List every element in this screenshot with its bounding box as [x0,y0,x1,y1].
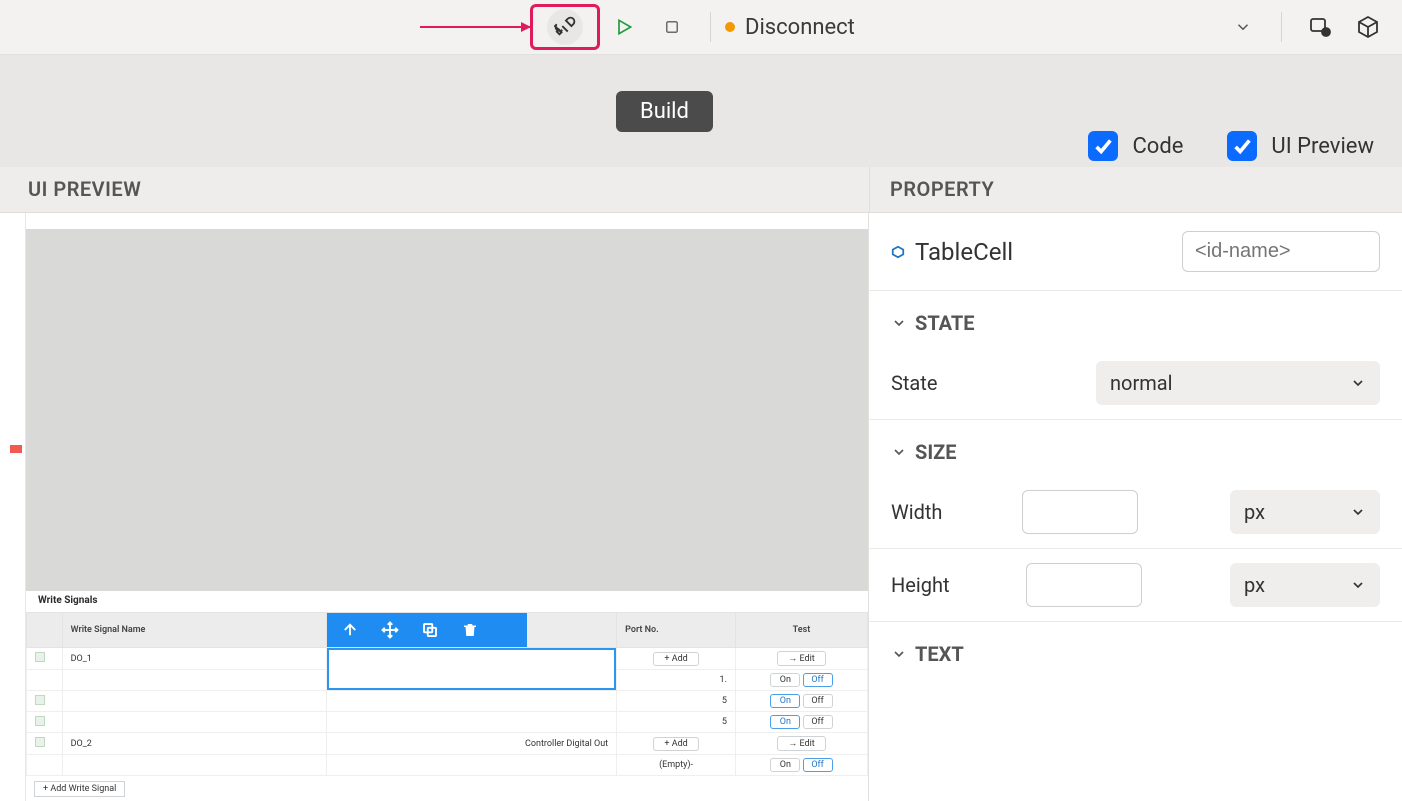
selection-toolbar [327,613,527,647]
col-name: Write Signal Name [62,613,326,648]
preview-panel: Write Signals Write Signal Name Port No. [26,213,869,801]
edit-button[interactable]: → Edit [777,651,825,666]
state-select[interactable]: normal [1096,361,1380,405]
subtoolbar: Build Code UI Preview [0,55,1402,167]
play-icon [614,17,634,37]
table-row: 5 On Off [27,712,868,733]
code-toggle-label: Code [1132,134,1183,159]
stop-button[interactable] [654,9,690,45]
row-type: Controller Digital Out [326,733,616,755]
chevron-down-icon [891,315,907,331]
selected-cell[interactable] [327,648,616,690]
port-value: 1. [617,670,736,691]
build-tooltip: Build [616,91,713,132]
row-name[interactable]: DO_2 [62,733,326,755]
table-row: DO_1 + Add → Edit [27,648,868,670]
state-section-header[interactable]: STATE [869,291,1402,347]
dropdown-button[interactable] [1225,9,1261,45]
divider [1281,12,1282,42]
build-button[interactable] [547,9,583,45]
status-dot [725,22,735,32]
property-panel-title: PROPERTY [869,167,1402,212]
code-toggle[interactable]: Code [1088,131,1183,161]
chevron-down-icon [1350,577,1366,593]
component-icon [891,245,905,259]
port-value: (Empty)- [617,755,736,776]
on-button[interactable]: On [770,758,800,772]
chevron-down-icon [1350,504,1366,520]
preview-section-title: Write Signals [26,595,868,612]
width-unit-select[interactable]: px [1230,490,1380,534]
row-icon [35,716,45,726]
row-icon [35,652,45,662]
on-button[interactable]: On [770,694,800,708]
stop-icon [663,18,681,36]
divider [710,12,711,42]
chevron-down-icon [891,444,907,460]
connection-status[interactable]: Disconnect [745,15,855,40]
move-icon[interactable] [381,621,399,639]
row-name[interactable]: DO_1 [62,648,326,670]
off-button[interactable]: Off [803,673,833,687]
state-label: State [891,371,937,395]
trash-icon[interactable] [461,621,479,639]
write-signals-table: Write Signal Name Port No. Test D [26,612,868,776]
add-button[interactable]: + Add [653,652,698,666]
checkbox-checked-icon [1227,131,1257,161]
chevron-down-icon [891,646,907,662]
component-type: TableCell [915,238,1013,266]
height-unit-select[interactable]: px [1230,563,1380,607]
chevron-down-icon [1350,375,1366,391]
toolbar: Disconnect [0,0,1402,55]
col-port: Port No. [617,613,736,648]
table-row: (Empty)- On Off [27,755,868,776]
preview-panel-title: UI PREVIEW [0,167,869,212]
off-button[interactable]: Off [803,694,833,708]
on-button[interactable]: On [770,715,800,729]
property-panel: TableCell STATE State normal SIZE Width … [869,213,1402,801]
annotation-arrow [10,26,530,28]
panel-headers: UI PREVIEW PROPERTY [0,167,1402,213]
run-button[interactable] [606,9,642,45]
col-test: Test [735,613,867,648]
edit-button[interactable]: → Edit [777,736,825,751]
port-value: 5 [617,691,736,712]
on-button[interactable]: On [770,673,800,687]
build-button-highlight [530,4,600,50]
cube-button[interactable] [1350,9,1386,45]
tools-icon [554,16,576,38]
preview-canvas[interactable] [26,229,868,591]
table-row: DO_2 Controller Digital Out + Add → Edit [27,733,868,755]
height-input[interactable] [1026,563,1142,607]
add-button[interactable]: + Add [653,737,698,751]
add-write-signal-button[interactable]: + Add Write Signal [34,781,125,797]
error-marker[interactable] [10,445,22,453]
arrow-up-icon[interactable] [341,621,359,639]
off-button[interactable]: Off [803,715,833,729]
off-button[interactable]: Off [803,758,833,772]
size-section-header[interactable]: SIZE [869,420,1402,476]
device-play-icon [1308,15,1332,39]
row-icon [35,737,45,747]
text-section-header[interactable]: TEXT [869,622,1402,678]
ui-preview-toggle[interactable]: UI Preview [1227,131,1374,161]
width-input[interactable] [1022,490,1138,534]
copy-icon[interactable] [421,621,439,639]
table-row: 5 On Off [27,691,868,712]
height-label: Height [891,573,950,597]
checkbox-checked-icon [1088,131,1118,161]
width-label: Width [891,500,942,524]
main-area: Write Signals Write Signal Name Port No. [0,213,1402,801]
port-value: 5 [617,712,736,733]
chevron-down-icon [1234,18,1252,36]
device-button[interactable] [1302,9,1338,45]
left-gutter [0,213,26,801]
id-input[interactable] [1182,231,1380,272]
ui-preview-toggle-label: UI Preview [1271,134,1374,159]
cube-icon [1356,15,1380,39]
row-icon [35,695,45,705]
